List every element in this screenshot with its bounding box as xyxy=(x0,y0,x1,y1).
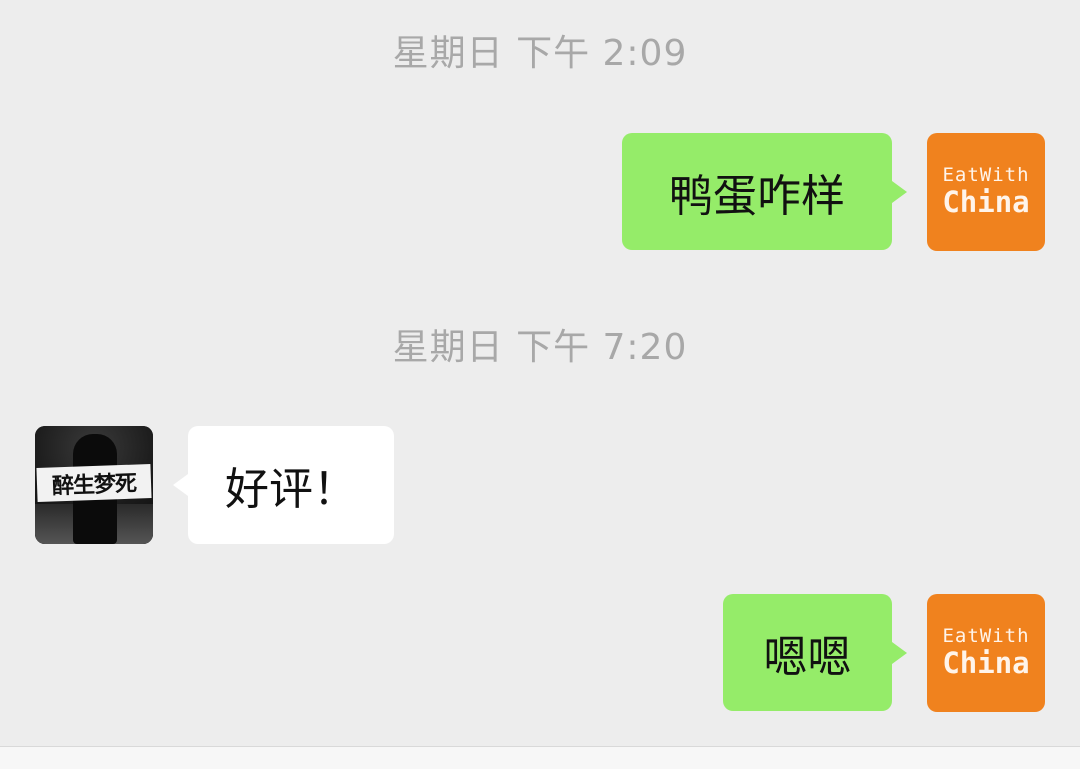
friend-avatar[interactable]: 醉生梦死 xyxy=(35,426,153,544)
message-bubble-received[interactable]: 好评！ xyxy=(173,426,394,544)
avatar[interactable]: EatWith China xyxy=(927,594,1045,712)
input-bar[interactable] xyxy=(0,746,1080,769)
timestamp: 星期日 下午 7:20 xyxy=(392,327,688,368)
avatar-banner-text: 醉生梦死 xyxy=(36,464,152,502)
avatar-brand-bottom-text: China xyxy=(942,646,1030,680)
avatar[interactable]: EatWith China xyxy=(927,133,1045,251)
message-text: 嗯嗯 xyxy=(763,631,852,683)
timestamp: 星期日 下午 2:09 xyxy=(392,33,688,74)
message-text: 好评！ xyxy=(225,464,357,515)
message-text: 鸭蛋咋样 xyxy=(669,170,845,222)
avatar-brand-bottom-text: China xyxy=(942,185,1030,219)
message-bubble-sent[interactable]: 嗯嗯 xyxy=(723,594,907,711)
avatar-brand-top-text: EatWith xyxy=(942,164,1030,186)
message-bubble-sent[interactable]: 鸭蛋咋样 xyxy=(622,133,907,250)
avatar-brand-top-text: EatWith xyxy=(942,625,1030,647)
chat-area[interactable]: 星期日 下午 2:09 鸭蛋咋样 EatWith China 星期日 下午 7:… xyxy=(0,0,1080,746)
